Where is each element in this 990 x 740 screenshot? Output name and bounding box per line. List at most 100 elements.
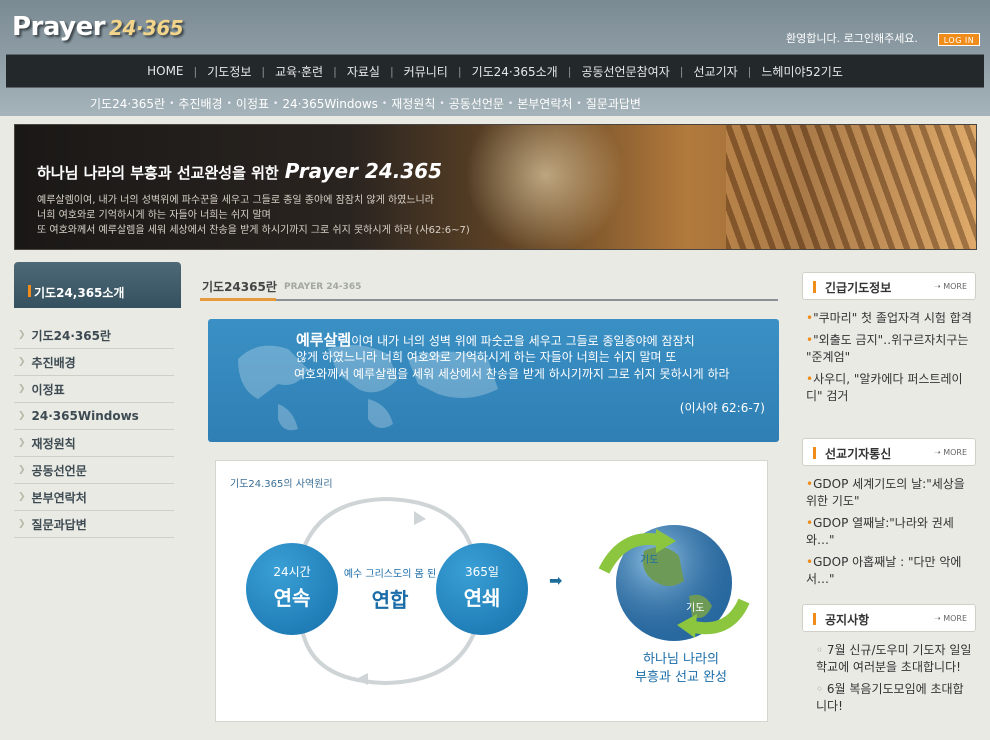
subnav-item[interactable]: 공동선언문 — [449, 95, 504, 112]
subnav-item[interactable]: 본부연락처 — [517, 95, 572, 112]
more-link[interactable]: ➝ MORE — [934, 614, 967, 623]
chevron-right-icon: ❯ — [18, 519, 26, 529]
list-item[interactable]: •"쿠마리" 첫 졸업자격 시험 합격 — [806, 310, 974, 327]
bullet-icon: ◦ — [816, 643, 827, 657]
circle-large-label: 연속 — [273, 586, 311, 610]
gnb-training[interactable]: 교육·훈련 — [265, 63, 333, 80]
welcome-text: 환영합니다. 로그인해주세요. — [786, 32, 918, 45]
banner-brand: Prayer 24.365 — [284, 159, 443, 183]
caption-line: 하나님 나라의 — [643, 652, 719, 667]
ministry-principle-diagram: 기도24.365의 사역원리 24시간 연속 예수 그리스도의 몸 된 연합 3… — [215, 460, 768, 722]
notice-list: ◦ 7월 신규/도우미 기도자 일일학교에 여러분을 초대합니다! ◦ 6월 복… — [802, 632, 976, 715]
subnav-item[interactable]: 기도24·365란 — [90, 95, 165, 112]
left-menu-label: 기도24·365란 — [31, 328, 111, 343]
subnav-bullet: • — [273, 98, 279, 109]
chevron-right-icon: ❯ — [18, 330, 26, 340]
list-item[interactable]: ◦ 6월 복음기도모임에 초대합니다! — [806, 681, 974, 715]
gnb-prayer-info[interactable]: 기도정보 — [197, 63, 261, 80]
verse-line-3: 여호와께서 예루살렘을 세워 세상에서 찬송을 받게 하시기까지 그로 쉬지 못… — [294, 367, 730, 381]
left-menu-item[interactable]: ❯ 이정표 — [14, 376, 174, 403]
login-button[interactable]: LOG IN — [938, 33, 980, 46]
left-menu-label: 본부연락처 — [31, 490, 87, 505]
notice-box: 공지사항 ➝ MORE ◦ 7월 신규/도우미 기도자 일일학교에 여러분을 초… — [802, 604, 976, 720]
banner-title: 하나님 나라의 부흥과 선교완성을 위한 Prayer 24.365 — [37, 159, 442, 183]
circle-large-label: 연쇄 — [463, 586, 501, 610]
circle-365d-chain: 365일 연쇄 — [436, 543, 528, 635]
left-menu-label: 재정원칙 — [31, 436, 76, 451]
left-menu-item[interactable]: ❯ 본부연락처 — [14, 484, 174, 511]
left-menu-item[interactable]: ❯ 재정원칙 — [14, 430, 174, 457]
page-subtitle: PRAYER 24-365 — [284, 282, 362, 292]
title-marker — [813, 447, 816, 459]
box-title: 긴급기도정보 — [825, 281, 892, 295]
chevron-right-icon: ❯ — [18, 357, 26, 367]
list-item-text: 6월 복음기도모임에 초대합니다! — [816, 682, 964, 713]
hero-banner: 하나님 나라의 부흥과 선교완성을 위한 Prayer 24.365 예루살렘이여… — [14, 124, 977, 250]
union-large-label: 연합 — [371, 588, 409, 612]
banner-verse-line: 또 여호와께서 예루살렘을 세워 세상에서 찬송을 받게 하시기까지 그로 쉬지… — [37, 225, 470, 236]
list-item[interactable]: •GDOP 열째날:"나라와 권세와…" — [806, 515, 974, 549]
right-arrow-icon: ➡ — [549, 571, 563, 590]
sub-nav: 기도24·365란 • 추진배경 • 이정표 • 24·365Windows • 재정원… — [90, 95, 641, 112]
left-menu-item[interactable]: ❯ 기도24·365란 — [14, 322, 174, 349]
list-item-text: GDOP 열째날:"나라와 권세와…" — [806, 516, 954, 547]
urgent-prayer-list: •"쿠마리" 첫 졸업자격 시험 합격 •"외출도 금지"‥위구르자치구는 "준… — [802, 300, 976, 405]
subnav-item[interactable]: 24·365Windows — [282, 97, 378, 111]
more-link[interactable]: ➝ MORE — [934, 282, 967, 291]
subnav-item[interactable]: 재정원칙 — [391, 95, 435, 112]
list-item[interactable]: ◦ 7월 신규/도우미 기도자 일일학교에 여러분을 초대합니다! — [806, 642, 974, 676]
left-menu-label: 공동선언문 — [31, 463, 87, 478]
header: Prayer 24·365 환영합니다. 로그인해주세요. LOG IN HOME… — [0, 0, 990, 116]
subnav-bullet: • — [507, 98, 514, 109]
more-label: MORE — [943, 282, 967, 291]
circle-24h-continuous: 24시간 연속 — [246, 543, 338, 635]
list-item-text: 7월 신규/도우미 기도자 일일학교에 여러분을 초대합니다! — [816, 643, 972, 674]
more-label: MORE — [943, 448, 967, 457]
urgent-prayer-header: 긴급기도정보 ➝ MORE — [802, 272, 976, 300]
chevron-right-icon: ❯ — [18, 465, 26, 475]
prayer-arrow-label: 기도 — [640, 555, 659, 566]
gnb-library[interactable]: 자료실 — [337, 63, 390, 80]
chevron-right-icon: ❯ — [18, 384, 26, 394]
globe-icon — [598, 525, 750, 641]
left-menu-item[interactable]: ❯ 24·365Windows — [14, 403, 174, 430]
gnb-home[interactable]: HOME — [137, 64, 193, 78]
verse-line-2: 않게 하였느니라 너희 여호와로 기억하시게 하는 자들아 너희는 쉬지 말며 … — [296, 350, 677, 364]
gnb-about[interactable]: 기도24·365소개 — [462, 63, 568, 80]
gnb-mission-reporter[interactable]: 선교기자 — [683, 63, 747, 80]
diagram-label: 기도24.365의 사역원리 — [230, 479, 333, 490]
circle-small-label: 365일 — [465, 565, 499, 579]
gnb-declaration-participants[interactable]: 공동선언문참여자 — [571, 63, 679, 80]
verse-lead: 예루살렘 — [296, 331, 352, 349]
more-link[interactable]: ➝ MORE — [934, 448, 967, 457]
list-item[interactable]: •GDOP 아홉째날 : "다만 악에서…" — [806, 554, 974, 588]
left-menu-label: 이정표 — [31, 382, 65, 397]
left-menu-item[interactable]: ❯ 추진배경 — [14, 349, 174, 376]
verse-text: 이여 내가 너의 성벽 위에 파숫군을 세우고 그들로 종일종야에 잠잠치 — [351, 334, 695, 348]
chevron-right-icon: ❯ — [18, 492, 26, 502]
site-logo[interactable]: Prayer 24·365 — [12, 12, 184, 42]
page-title-bar: 기도24365란 PRAYER 24-365 — [200, 276, 778, 301]
list-item[interactable]: •"외출도 금지"‥위구르자치구는 "준계엄" — [806, 332, 974, 366]
gnb-nehemiah[interactable]: 느헤미야52기도 — [751, 63, 853, 80]
list-item[interactable]: •사우디, "알카에다 퍼스트레이디" 검거 — [806, 371, 974, 405]
gnb-community[interactable]: 커뮤니티 — [394, 63, 458, 80]
subnav-item[interactable]: 이정표 — [236, 95, 269, 112]
mission-reporter-header: 선교기자통신 ➝ MORE — [802, 438, 976, 466]
list-item-text: "쿠마리" 첫 졸업자격 시험 합격 — [813, 311, 972, 325]
left-menu-item[interactable]: ❯ 질문과답변 — [14, 511, 174, 538]
circle-small-label: 24시간 — [273, 565, 311, 579]
union-small-label: 예수 그리스도의 몸 된 — [343, 569, 437, 580]
bullet-icon: ◦ — [816, 682, 827, 696]
subnav-bullet: • — [381, 98, 388, 109]
subnav-item[interactable]: 질문과답변 — [586, 95, 641, 112]
verse-line-1: 예루살렘이여 내가 너의 성벽 위에 파숫군을 세우고 그들로 종일종야에 잠잠… — [296, 329, 695, 350]
verse-box: 예루살렘이여 내가 너의 성벽 위에 파숫군을 세우고 그들로 종일종야에 잠잠… — [208, 319, 779, 442]
list-item[interactable]: •GDOP 세계기도의 날:"세상을 위한 기도" — [806, 476, 974, 510]
subnav-item[interactable]: 추진배경 — [178, 95, 222, 112]
title-marker — [28, 285, 31, 297]
banner-hands-image — [726, 125, 976, 249]
title-marker — [813, 281, 816, 293]
left-menu-item[interactable]: ❯ 공동선언문 — [14, 457, 174, 484]
more-label: MORE — [943, 614, 967, 623]
